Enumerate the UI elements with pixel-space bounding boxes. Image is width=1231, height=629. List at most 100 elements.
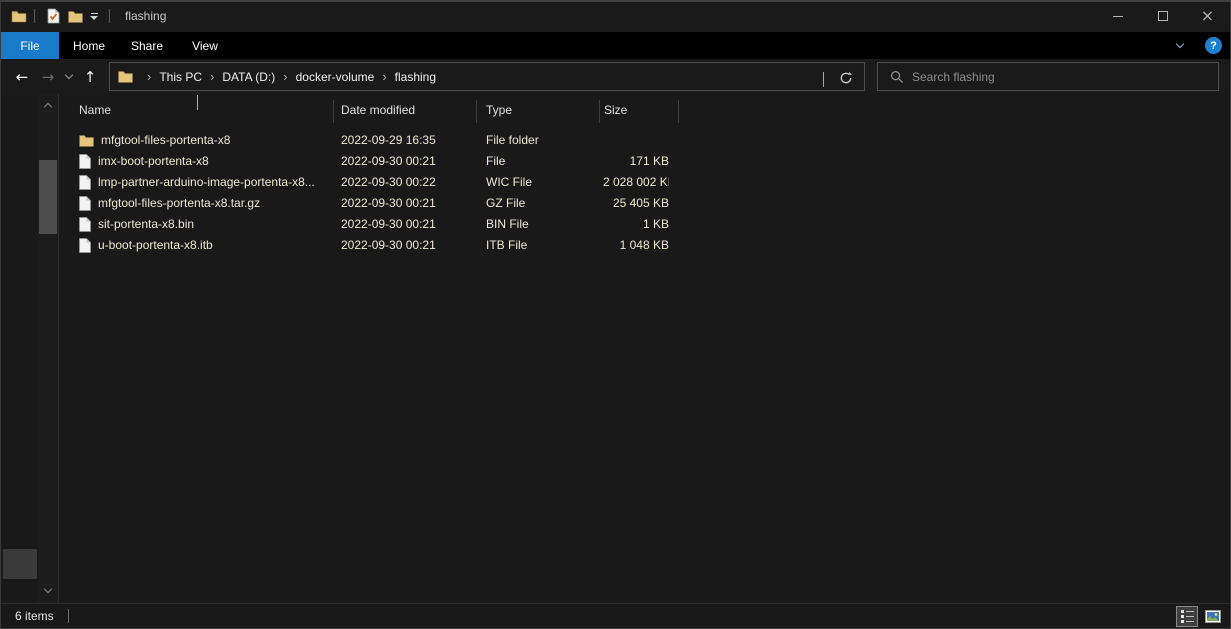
file-type: File folder: [486, 130, 596, 151]
file-date: 2022-09-30 00:21: [341, 214, 481, 235]
new-folder-icon[interactable]: [64, 4, 86, 28]
address-bar[interactable]: › This PC › DATA (D:) › docker-volume › …: [109, 62, 865, 91]
file-row[interactable]: lmp-partner-arduino-image-portenta-x8...…: [59, 172, 1230, 193]
items-count: 6 items: [15, 609, 54, 623]
file-name: lmp-partner-arduino-image-portenta-x8...: [98, 172, 315, 193]
minimize-button[interactable]: [1095, 2, 1140, 30]
titlebar-separator: [109, 9, 110, 23]
chevron-up-icon: [44, 102, 52, 110]
file-name: mfgtool-files-portenta-x8.tar.gz: [98, 193, 260, 214]
expand-ribbon-button[interactable]: [1175, 41, 1185, 51]
search-icon: [890, 70, 904, 84]
back-button[interactable]: ←: [9, 62, 35, 92]
main-area: Name Date modified Type Size mfgtool-fil…: [1, 94, 1230, 603]
file-type: File: [486, 151, 596, 172]
file-size: [603, 130, 669, 151]
chevron-down-icon: [823, 72, 824, 87]
help-button[interactable]: ?: [1205, 37, 1222, 54]
breadcrumb-chevron-icon: ›: [275, 69, 295, 84]
file-name: mfgtool-files-portenta-x8: [101, 130, 230, 151]
tab-file[interactable]: File: [1, 32, 59, 59]
file-row[interactable]: mfgtool-files-portenta-x8.tar.gz 2022-09…: [59, 193, 1230, 214]
column-divider[interactable]: [678, 100, 679, 123]
file-icon: [79, 217, 91, 232]
properties-check-icon[interactable]: [42, 4, 64, 28]
column-header-size[interactable]: Size: [604, 103, 627, 117]
file-name: imx-boot-portenta-x8: [98, 151, 209, 172]
forward-button[interactable]: →: [35, 62, 61, 92]
file-icon: [79, 175, 91, 190]
status-bar: 6 items: [1, 603, 1230, 628]
column-header-type[interactable]: Type: [486, 103, 512, 117]
file-row[interactable]: imx-boot-portenta-x8 2022-09-30 00:21 Fi…: [59, 151, 1230, 172]
file-row[interactable]: mfgtool-files-portenta-x8 2022-09-29 16:…: [59, 130, 1230, 151]
tab-view[interactable]: View: [179, 32, 231, 59]
file-type: BIN File: [486, 214, 596, 235]
column-header-name[interactable]: Name: [79, 103, 111, 117]
ribbon-tab-bar: File Home Share View ?: [1, 32, 1230, 59]
breadcrumb-this-pc[interactable]: This PC: [159, 70, 202, 84]
close-button[interactable]: ×: [1185, 2, 1230, 30]
titlebar-separator: [34, 9, 35, 23]
chevron-down-icon: [44, 584, 52, 592]
folder-icon: [79, 134, 94, 147]
file-date: 2022-09-30 00:21: [341, 193, 481, 214]
thumbnails-view-button[interactable]: [1202, 606, 1224, 627]
file-size: 25 405 KB: [603, 193, 669, 214]
customize-quick-access-icon[interactable]: [86, 4, 102, 28]
file-date: 2022-09-30 00:22: [341, 172, 481, 193]
address-dropdown-button[interactable]: [823, 72, 824, 86]
breadcrumb-flashing[interactable]: flashing: [395, 70, 436, 84]
breadcrumb-docker-volume[interactable]: docker-volume: [296, 70, 375, 84]
column-divider[interactable]: [599, 100, 600, 123]
search-box[interactable]: [877, 62, 1219, 91]
file-date: 2022-09-30 00:21: [341, 235, 481, 256]
refresh-button[interactable]: [836, 68, 856, 88]
status-divider: [68, 609, 69, 623]
file-icon: [79, 238, 91, 253]
file-name: sit-portenta-x8.bin: [98, 214, 194, 235]
chevron-down-icon: [1176, 40, 1184, 48]
navigation-pane: [1, 94, 38, 603]
maximize-button[interactable]: [1140, 2, 1185, 30]
file-size: 2 028 002 KB: [603, 172, 669, 193]
search-input[interactable]: [912, 70, 1218, 84]
tab-share[interactable]: Share: [121, 32, 173, 59]
details-view-button[interactable]: [1176, 606, 1198, 627]
navigation-pane-scrollbar-thumb[interactable]: [3, 549, 37, 579]
scrollbar-thumb[interactable]: [39, 160, 57, 234]
recent-locations-button[interactable]: [61, 62, 77, 92]
breadcrumb-drive[interactable]: DATA (D:): [222, 70, 275, 84]
up-button[interactable]: ↑: [77, 62, 103, 92]
file-list: mfgtool-files-portenta-x8 2022-09-29 16:…: [59, 130, 1230, 256]
file-icon: [79, 196, 91, 211]
breadcrumb-chevron-icon: ›: [139, 69, 159, 84]
file-type: ITB File: [486, 235, 596, 256]
tab-home[interactable]: Home: [63, 32, 115, 59]
navigation-pane-scrollbar[interactable]: [38, 94, 58, 603]
column-headers: Name Date modified Type Size: [59, 94, 1230, 128]
scroll-down-button[interactable]: [38, 583, 58, 597]
address-folder-icon: [118, 70, 133, 83]
window-title: flashing: [125, 9, 166, 23]
chevron-down-icon: [65, 71, 73, 79]
close-icon: ×: [1201, 8, 1214, 24]
file-list-area: Name Date modified Type Size mfgtool-fil…: [58, 94, 1230, 603]
refresh-icon: [839, 71, 853, 85]
scroll-up-button[interactable]: [38, 98, 58, 112]
file-size: 1 048 KB: [603, 235, 669, 256]
file-row[interactable]: sit-portenta-x8.bin 2022-09-30 00:21 BIN…: [59, 214, 1230, 235]
minimize-icon: [1113, 16, 1123, 17]
explorer-window: flashing × File Home Share View ? ← → ↑ …: [0, 0, 1231, 629]
app-folder-icon: [11, 9, 27, 23]
navigation-toolbar: ← → ↑ › This PC › DATA (D:) › docker-vol…: [1, 59, 1230, 94]
maximize-icon: [1158, 11, 1168, 21]
column-divider[interactable]: [476, 100, 477, 123]
breadcrumb-chevron-icon: ›: [202, 69, 222, 84]
column-header-date-modified[interactable]: Date modified: [341, 103, 415, 117]
file-name: u-boot-portenta-x8.itb: [98, 235, 213, 256]
thumbnails-view-icon: [1205, 610, 1221, 623]
column-divider[interactable]: [333, 100, 334, 123]
title-bar[interactable]: flashing ×: [1, 2, 1230, 30]
file-row[interactable]: u-boot-portenta-x8.itb 2022-09-30 00:21 …: [59, 235, 1230, 256]
